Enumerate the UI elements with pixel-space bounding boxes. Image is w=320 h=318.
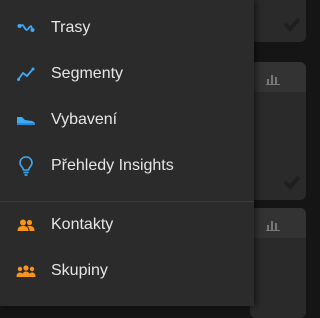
- menu-item-label: Trasy: [51, 19, 91, 36]
- menu-item-trasy[interactable]: Trasy: [0, 5, 254, 51]
- check-icon: [283, 17, 301, 32]
- bar-chart-icon: [266, 221, 280, 231]
- menu-item-vybaveni[interactable]: Vybavení: [0, 97, 254, 143]
- menu-item-label: Kontakty: [51, 216, 114, 233]
- contacts-icon: [16, 215, 36, 235]
- menu-item-kontakty[interactable]: Kontakty: [0, 202, 254, 248]
- menu-item-prehledy-insights[interactable]: Přehledy Insights: [0, 143, 254, 189]
- bar-chart-icon: [266, 75, 280, 85]
- menu-item-label: Skupiny: [51, 262, 108, 279]
- activity-section: Trasy Segmenty Vybavení Přehledy Insight…: [0, 0, 254, 189]
- check-icon: [283, 175, 301, 190]
- shoe-icon: [16, 110, 36, 130]
- lightbulb-icon: [16, 156, 36, 176]
- menu-item-label: Přehledy Insights: [51, 157, 174, 174]
- groups-icon: [16, 261, 36, 281]
- segment-icon: [16, 64, 36, 84]
- navigation-drawer: Trasy Segmenty Vybavení Přehledy Insight…: [0, 0, 254, 306]
- menu-item-skupiny[interactable]: Skupiny: [0, 248, 254, 294]
- background-card: [250, 0, 306, 42]
- background-card: [250, 62, 306, 200]
- menu-item-segmenty[interactable]: Segmenty: [0, 51, 254, 97]
- social-section: Kontakty Skupiny: [0, 202, 254, 294]
- route-icon: [16, 18, 36, 38]
- background-card: [250, 208, 306, 318]
- menu-item-label: Vybavení: [51, 111, 118, 128]
- menu-item-label: Segmenty: [51, 65, 124, 82]
